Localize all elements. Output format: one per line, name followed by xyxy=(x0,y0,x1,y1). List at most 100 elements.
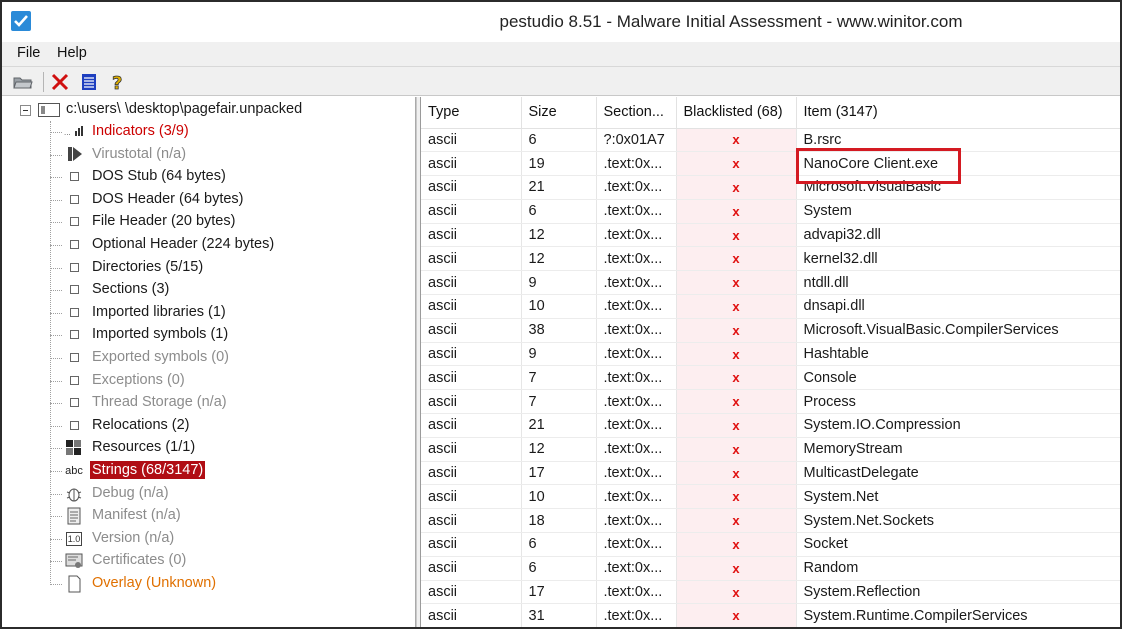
tree-item-label[interactable]: Relocations (2) xyxy=(90,416,192,434)
column-header-item[interactable]: Item (3147) xyxy=(796,97,1120,129)
menu-file[interactable]: File xyxy=(17,45,40,61)
cell-type: ascii xyxy=(421,603,522,627)
cell-blacklisted: x xyxy=(676,128,797,153)
column-header-section[interactable]: Section... xyxy=(596,97,677,129)
cell-type: ascii xyxy=(421,270,522,296)
box-icon xyxy=(63,304,85,322)
computer-icon xyxy=(38,103,60,117)
cell-blacklisted: x xyxy=(676,294,797,319)
cell-blacklisted: x xyxy=(676,580,797,605)
table-row[interactable]: ascii 12 .text:0x... x kernel32.dll xyxy=(421,246,1120,272)
cell-size: 6 xyxy=(521,556,597,581)
cell-section: .text:0x... xyxy=(596,437,677,462)
tree-item-label[interactable]: Certificates (0) xyxy=(90,551,188,569)
tree-item-label[interactable]: Resources (1/1) xyxy=(90,438,197,456)
document-icon xyxy=(63,507,85,525)
tree-item-label[interactable]: Exported symbols (0) xyxy=(90,348,231,366)
cell-blacklisted: x xyxy=(676,484,797,510)
tree-item-label[interactable]: DOS Stub (64 bytes) xyxy=(90,167,228,185)
cell-size: 7 xyxy=(521,389,597,415)
cell-type: ascii xyxy=(421,437,522,462)
tree-connector-line xyxy=(50,177,62,179)
tree-connector-line xyxy=(50,538,62,540)
tree-item-label[interactable]: Imported libraries (1) xyxy=(90,303,228,321)
abc-text: abc xyxy=(65,465,83,477)
tree-item-label[interactable]: Version (n/a) xyxy=(90,529,176,547)
tree-item-label[interactable]: Sections (3) xyxy=(90,280,171,298)
table-row[interactable]: ascii 9 .text:0x... x Hashtable xyxy=(421,342,1120,367)
table-row[interactable]: ascii 10 .text:0x... x dnsapi.dll xyxy=(421,294,1120,319)
table-row[interactable]: ascii 7 .text:0x... x Process xyxy=(421,389,1120,415)
tree-item-label[interactable]: DOS Header (64 bytes) xyxy=(90,190,246,208)
table-row[interactable]: ascii 17 .text:0x... x MulticastDelegate xyxy=(421,461,1120,486)
tree-item-label[interactable]: Exceptions (0) xyxy=(90,371,187,389)
tree-connector-line xyxy=(50,154,62,156)
cell-blacklisted: x xyxy=(676,461,797,486)
table-row[interactable]: ascii 6 .text:0x... x Socket xyxy=(421,532,1120,557)
tree-connector-line xyxy=(50,199,62,201)
cell-item: kernel32.dll xyxy=(796,246,1120,272)
bug-icon xyxy=(63,485,85,503)
tree-item-label[interactable]: Overlay (Unknown) xyxy=(90,574,218,592)
tree-item-label[interactable]: Thread Storage (n/a) xyxy=(90,393,229,411)
cell-blacklisted: x xyxy=(676,270,797,296)
cell-type: ascii xyxy=(421,294,522,319)
cell-item: System xyxy=(796,199,1120,224)
cell-section: .text:0x... xyxy=(596,246,677,272)
table-header-row: Type Size Section... Blacklisted (68) It… xyxy=(421,97,1120,129)
table-row[interactable]: ascii 17 .text:0x... x System.Reflection xyxy=(421,580,1120,605)
box-icon xyxy=(63,213,85,231)
menu-help[interactable]: Help xyxy=(57,45,87,61)
column-header-blacklisted[interactable]: Blacklisted (68) xyxy=(676,97,797,129)
box-icon xyxy=(63,236,85,254)
tree-item-label[interactable]: Manifest (n/a) xyxy=(90,506,183,524)
table-row[interactable]: ascii 12 .text:0x... x MemoryStream xyxy=(421,437,1120,462)
tree-connector-line xyxy=(50,335,62,337)
cell-type: ascii xyxy=(421,223,522,248)
table-row[interactable]: ascii 7 .text:0x... x Console xyxy=(421,365,1120,391)
cell-type: ascii xyxy=(421,128,522,153)
table-row[interactable]: ascii 38 .text:0x... x Microsoft.VisualBasic… xyxy=(421,318,1120,343)
cell-item: System.Reflection xyxy=(796,580,1120,605)
cell-type: ascii xyxy=(421,556,522,581)
column-header-type[interactable]: Type xyxy=(421,97,522,129)
column-header-size[interactable]: Size xyxy=(521,97,597,129)
cell-type: ascii xyxy=(421,484,522,510)
collapse-toggle[interactable] xyxy=(20,105,31,116)
tree-root-label[interactable]: c:\users\ \desktop\pagefair.unpacked xyxy=(66,101,302,117)
table-row[interactable]: ascii 6 ?:0x01A7 x B.rsrc xyxy=(421,128,1120,153)
tree-connector-line xyxy=(50,358,62,359)
cell-section: .text:0x... xyxy=(596,318,677,343)
cell-section: .text:0x... xyxy=(596,270,677,296)
table-row[interactable]: ascii 18 .text:0x... x System.Net.Sockets xyxy=(421,508,1120,534)
tree-item-label[interactable]: Imported symbols (1) xyxy=(90,325,230,343)
help-icon[interactable]: ? xyxy=(107,71,129,95)
table-row[interactable]: ascii 6 .text:0x... x System xyxy=(421,199,1120,224)
tree-connector-line xyxy=(50,448,62,450)
table-row[interactable]: ascii 21 .text:0x... x Microsoft.VisualBasic xyxy=(421,175,1120,200)
cell-type: ascii xyxy=(421,389,522,415)
table-row[interactable]: ascii 6 .text:0x... x Random xyxy=(421,556,1120,581)
table-row[interactable]: ascii 9 .text:0x... x ntdll.dll xyxy=(421,270,1120,296)
tree-connector-line xyxy=(50,561,62,563)
strings-panel: Type Size Section... Blacklisted (68) It… xyxy=(421,97,1120,627)
tree-item-label[interactable]: Indicators (3/9) xyxy=(90,122,191,140)
table-row[interactable]: ascii 21 .text:0x... x System.IO.Compression xyxy=(421,413,1120,438)
highlight-annotation-box xyxy=(796,148,961,184)
tree-item-label[interactable]: Strings (68/3147) xyxy=(90,461,206,479)
table-row[interactable]: ascii 10 .text:0x... x System.Net xyxy=(421,484,1120,510)
open-folder-icon[interactable] xyxy=(12,71,34,93)
tree-item-label[interactable]: Debug (n/a) xyxy=(90,484,171,502)
tree-item-label[interactable]: Virustotal (n/a) xyxy=(90,145,188,163)
delete-icon[interactable] xyxy=(49,71,71,93)
list-icon[interactable] xyxy=(78,71,100,93)
version-icon: 1.0 xyxy=(63,530,85,548)
tree-connector-line xyxy=(50,584,62,585)
box-icon xyxy=(63,168,85,186)
tree-item-label[interactable]: File Header (20 bytes) xyxy=(90,212,237,230)
tree-item-label[interactable]: Optional Header (224 bytes) xyxy=(90,235,276,253)
tree-item-label[interactable]: Directories (5/15) xyxy=(90,258,205,276)
table-row[interactable]: ascii 31 .text:0x... x System.Runtime.Compil… xyxy=(421,603,1120,627)
table-row[interactable]: ascii 19 .text:0x... x NanoCore Client.exe xyxy=(421,151,1120,177)
table-row[interactable]: ascii 12 .text:0x... x advapi32.dll xyxy=(421,223,1120,248)
